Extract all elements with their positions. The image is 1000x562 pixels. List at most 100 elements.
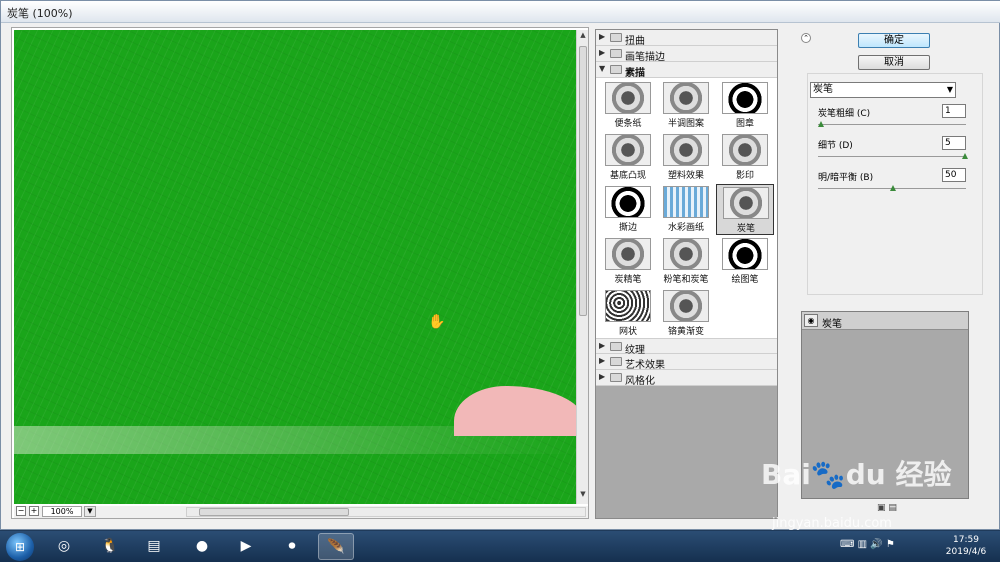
qq-icon[interactable]: 🐧 (92, 533, 128, 560)
filter-thumb-reticulation[interactable]: 网状 (599, 288, 657, 339)
category-brush-strokes[interactable]: ▶ 画笔描边 (596, 46, 777, 63)
category-artistic[interactable]: ▶ 艺术效果 (596, 354, 777, 371)
preview-vertical-scrollbar[interactable]: ▲ ▼ (576, 30, 588, 504)
thumbnail-image (605, 238, 651, 270)
thumbnail-image (605, 186, 651, 218)
scroll-up-icon[interactable]: ▲ (578, 31, 588, 43)
zoom-out-button[interactable]: − (16, 506, 26, 516)
filter-thumb-photocopy[interactable]: 影印 (716, 132, 774, 183)
filter-label: 图章 (735, 119, 754, 129)
expand-triangle-icon: ▶ (599, 48, 606, 57)
thumbnail-image (663, 186, 709, 218)
collapse-triangle-icon: ▼ (599, 64, 606, 73)
filter-label: 影印 (735, 171, 754, 181)
slider-track[interactable] (818, 156, 966, 157)
preview-canvas[interactable]: ✋ (14, 30, 576, 504)
zoom-level[interactable]: 100% (42, 506, 82, 517)
filter-thumb-torn-edges[interactable]: 撕边 (599, 184, 657, 235)
start-button[interactable]: ⊞ (6, 533, 34, 561)
preview-horizontal-scrollbar[interactable] (186, 507, 586, 517)
filter-label: 铬黄渐变 (667, 327, 704, 337)
network-icon[interactable]: ▥ (858, 539, 867, 550)
category-stylize[interactable]: ▶ 风格化 (596, 370, 777, 387)
param-label: 明/暗平衡 (B) (818, 173, 874, 183)
windows-taskbar: ⊞ ◎ 🐧 ▤ ● ▶ ⏺ 🪶 ⌨ ▥ 🔊 ⚑ 17:59 2019/4/6 j… (0, 516, 1000, 562)
param-label: 炭笔粗细 (C) (818, 109, 871, 119)
volume-icon[interactable]: 🔊 (870, 539, 882, 550)
filter-label: 水彩画纸 (667, 223, 704, 233)
browser-360-icon[interactable]: ◎ (46, 533, 82, 560)
param-value-input[interactable]: 5 (942, 136, 966, 150)
folder-icon (610, 357, 622, 366)
filter-label: 网状 (618, 327, 637, 337)
param-label: 细节 (D) (818, 141, 853, 151)
thumbnail-image (663, 82, 709, 114)
record-icon[interactable]: ⏺ (274, 533, 310, 560)
category-distort[interactable]: ▶ 扭曲 (596, 30, 777, 47)
category-texture[interactable]: ▶ 纹理 (596, 338, 777, 356)
filter-select-value: 炭笔 (813, 84, 833, 95)
file-explorer-icon[interactable]: ▤ (136, 533, 172, 560)
hand-cursor-icon: ✋ (428, 314, 446, 330)
slider-track[interactable] (818, 124, 966, 125)
filter-thumb-plaster[interactable]: 塑料效果 (657, 132, 715, 183)
delete-layer-icon[interactable]: ▤ (888, 503, 897, 513)
clock[interactable]: 17:59 2019/4/6 (938, 534, 994, 558)
thumbnail-image (663, 238, 709, 270)
zoom-in-button[interactable]: + (29, 506, 39, 516)
sketch-filter-thumbnails: 便条纸 半调图案 图章 基底凸现 塑料效果 影印 撕边 水彩画纸 炭笔 炭精笔 … (596, 78, 777, 338)
photoshop-feather-icon[interactable]: 🪶 (318, 533, 354, 560)
filter-gallery-window: 炭笔 (100%) ✋ ▲ ▼ − + 100% ▼ ▶ 扭曲 ▶ 画笔描边 ▼… (0, 0, 1000, 530)
filter-thumb-chrome[interactable]: 铬黄渐变 (657, 288, 715, 339)
filter-thumb-halftone[interactable]: 半调图案 (657, 80, 715, 131)
param-value-input[interactable]: 1 (942, 104, 966, 118)
collapse-chevron-icon[interactable]: ⌃ (801, 33, 811, 43)
filter-settings: 炭笔 ▼ 炭笔粗细 (C) 1 细节 (D) 5 明/暗平衡 (B) 50 (807, 73, 983, 295)
filter-thumb-charcoal[interactable]: 炭笔 (716, 184, 774, 235)
thumbnail-image (605, 134, 651, 166)
thumbnail-image (663, 290, 709, 322)
zoom-dropdown-icon[interactable]: ▼ (84, 506, 96, 517)
filter-thumb-conte-crayon[interactable]: 炭精笔 (599, 236, 657, 287)
eye-icon[interactable]: ◉ (804, 314, 818, 327)
filter-thumb-graphic-pen[interactable]: 绘图笔 (716, 236, 774, 287)
filter-thumb-note-paper[interactable]: 便条纸 (599, 80, 657, 131)
baidu-watermark-logo: Bai🐾du 经验 (761, 458, 952, 491)
param-value-input[interactable]: 50 (942, 168, 966, 182)
vertical-scroll-thumb[interactable] (579, 46, 587, 316)
expand-triangle-icon: ▶ (599, 32, 606, 41)
input-method-icon[interactable]: ⚑ (886, 539, 895, 550)
filter-gallery: ▶ 扭曲 ▶ 画笔描边 ▼ 素描 便条纸 半调图案 图章 基底凸现 塑料效果 影… (595, 29, 778, 519)
thumbnail-image (722, 82, 768, 114)
filter-thumb-bas-relief[interactable]: 基底凸现 (599, 132, 657, 183)
category-label: 扭曲 (625, 36, 645, 47)
horizontal-scroll-thumb[interactable] (199, 508, 349, 516)
effect-layer[interactable]: ◉ 炭笔 (802, 312, 968, 330)
filter-label: 塑料效果 (667, 171, 704, 181)
new-layer-icon[interactable]: ▣ (877, 503, 886, 513)
ok-button[interactable]: 确定 (858, 33, 930, 48)
filter-thumb-water-paper[interactable]: 水彩画纸 (657, 184, 715, 235)
preview-panel: ✋ ▲ ▼ − + 100% ▼ (11, 27, 589, 519)
filter-select[interactable]: 炭笔 ▼ (810, 82, 956, 98)
folder-icon (610, 373, 622, 382)
category-label: 素描 (625, 68, 645, 79)
filter-thumb-chalk-charcoal[interactable]: 粉笔和炭笔 (657, 236, 715, 287)
layer-name: 炭笔 (822, 319, 842, 330)
media-app-icon[interactable]: ▶ (228, 533, 264, 560)
thumbnail-image (605, 82, 651, 114)
folder-icon (610, 49, 622, 58)
keyboard-icon[interactable]: ⌨ (840, 539, 854, 550)
category-sketch[interactable]: ▼ 素描 (596, 62, 777, 79)
preview-bottom-bar: − + 100% ▼ (14, 506, 588, 518)
firefox-icon[interactable]: ● (184, 533, 220, 560)
cancel-button[interactable]: 取消 (858, 55, 930, 70)
scroll-down-icon[interactable]: ▼ (578, 490, 588, 502)
folder-icon (610, 342, 622, 351)
thumbnail-image (722, 238, 768, 270)
filter-label: 半调图案 (667, 119, 704, 129)
filter-label: 便条纸 (614, 119, 642, 129)
filter-thumb-stamp[interactable]: 图章 (716, 80, 774, 131)
system-tray: ⌨ ▥ 🔊 ⚑ (840, 539, 895, 550)
title-bar[interactable]: 炭笔 (100%) (1, 1, 1000, 23)
